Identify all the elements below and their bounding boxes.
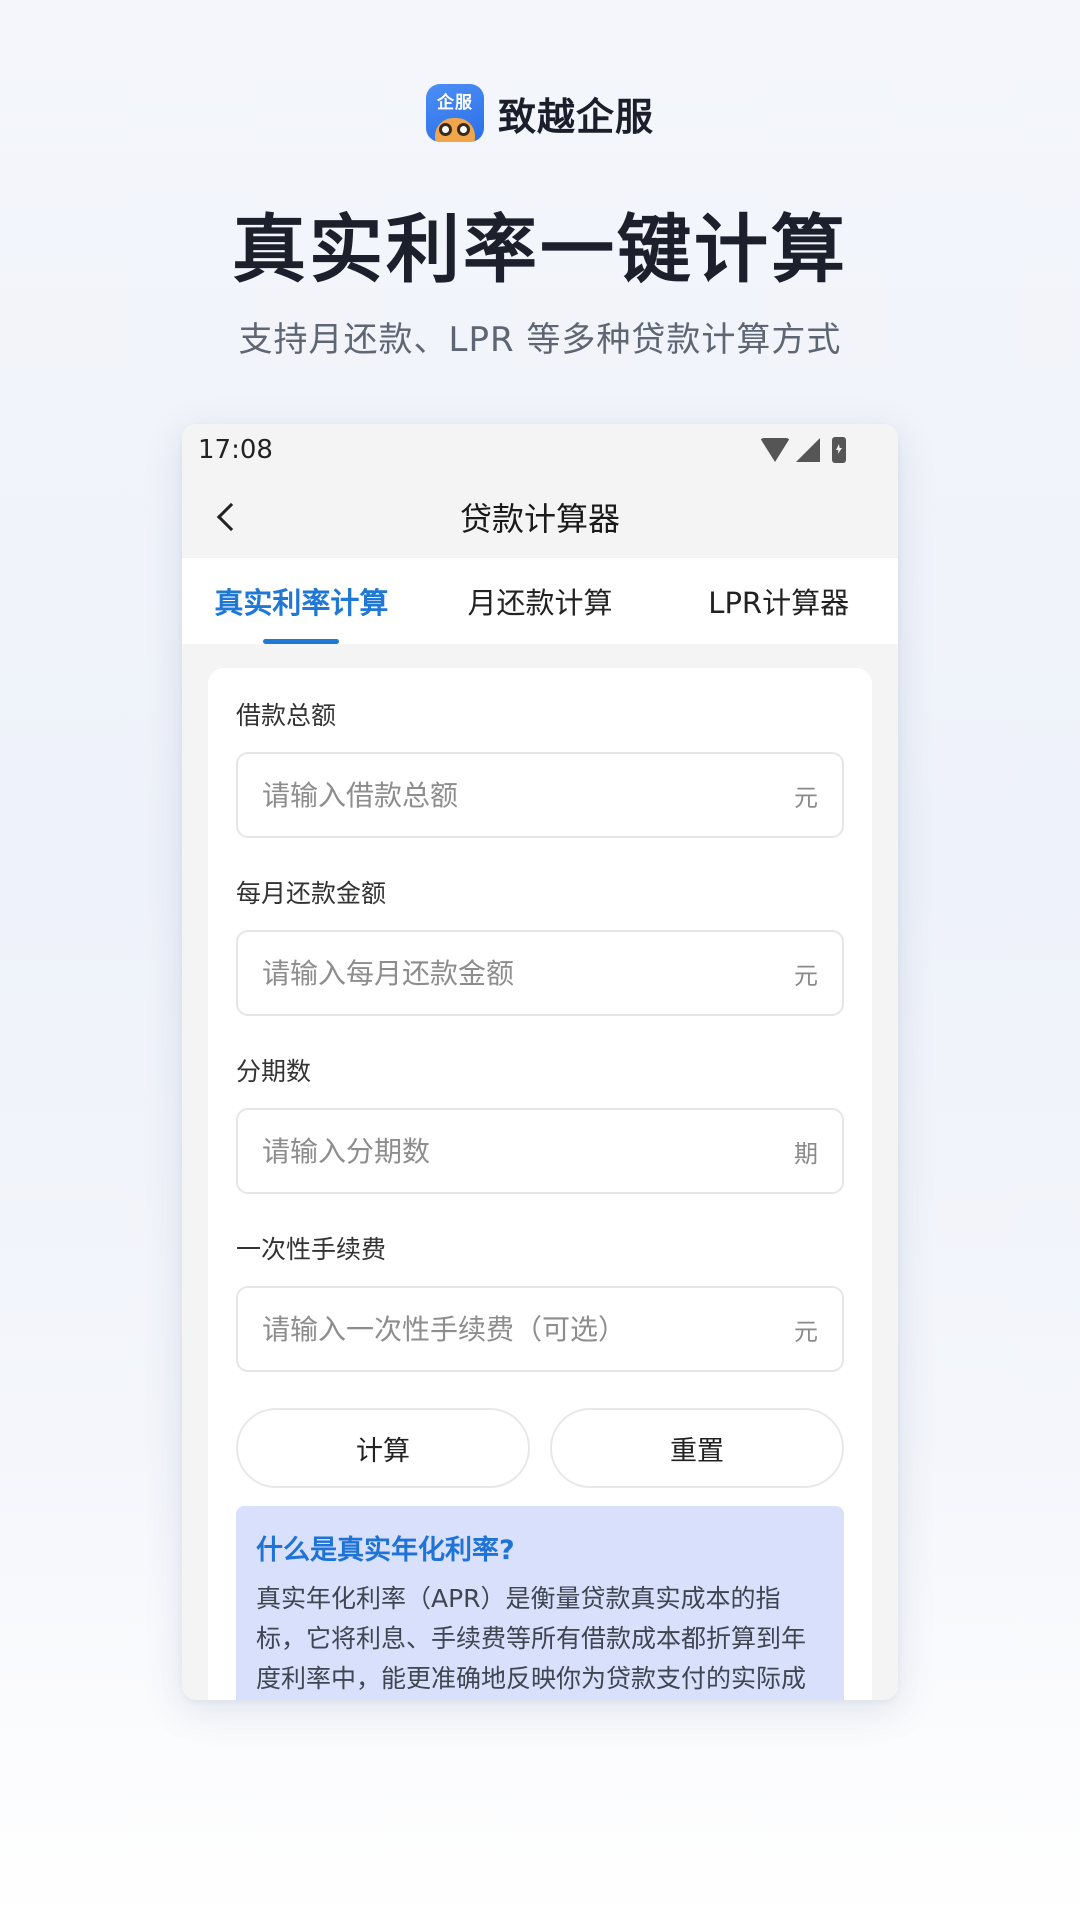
- owl-eye-left: [438, 123, 452, 136]
- status-bar: 17:08: [182, 424, 898, 476]
- apr-info-box: 什么是真实年化利率? 真实年化利率（APR）是衡量贷款真实成本的指标，它将利息、…: [236, 1506, 844, 1700]
- tab-bar: 真实利率计算 月还款计算 LPR计算器: [182, 558, 898, 644]
- app-bar: 贷款计算器: [182, 476, 898, 558]
- loan-total-input[interactable]: [262, 778, 794, 812]
- calculate-button[interactable]: 计算: [236, 1408, 530, 1488]
- status-icons: [760, 437, 846, 463]
- monthly-payment-unit: 元: [794, 961, 818, 990]
- monthly-payment-field-box: 元: [236, 930, 844, 1016]
- app-logo-icon: 企服: [425, 84, 484, 142]
- brand-name: 致越企服: [497, 94, 654, 139]
- installments-unit: 期: [794, 1139, 818, 1168]
- back-button[interactable]: [204, 494, 250, 540]
- tab-monthly-payment[interactable]: 月还款计算: [421, 558, 660, 644]
- wifi-icon: [760, 438, 790, 462]
- hero-subtitle: 支持月还款、LPR 等多种贷款计算方式: [238, 320, 842, 360]
- tab-lpr-calculator[interactable]: LPR计算器: [659, 558, 898, 644]
- calculator-card: 借款总额 元 每月还款金额 元 分期数 期 一次性手续费 元 计算: [208, 668, 872, 1700]
- phone-screen: 17:08 贷款计算器 真实利率计算 月还款计算 LPR计算器 借款总额 元 每…: [182, 424, 898, 1700]
- chevron-left-icon: [216, 502, 246, 532]
- fee-label: 一次性手续费: [236, 1235, 387, 1264]
- installments-input[interactable]: [262, 1134, 794, 1168]
- content-area: 借款总额 元 每月还款金额 元 分期数 期 一次性手续费 元 计算: [182, 644, 898, 1700]
- installments-label: 分期数: [236, 1057, 312, 1086]
- brand-header: 企服 致越企服: [0, 84, 1080, 142]
- monthly-payment-label: 每月还款金额: [236, 879, 387, 908]
- page-title: 贷款计算器: [459, 500, 620, 538]
- action-buttons: 计算 重置: [236, 1408, 844, 1488]
- status-time: 17:08: [198, 435, 273, 465]
- hero-title: 真实利率一键计算: [232, 207, 848, 293]
- loan-total-unit: 元: [794, 783, 818, 812]
- info-text: 真实年化利率（APR）是衡量贷款真实成本的指标，它将利息、手续费等所有借款成本都…: [256, 1584, 807, 1693]
- monthly-payment-input[interactable]: [262, 956, 794, 990]
- owl-eye-right: [456, 123, 470, 136]
- fee-input[interactable]: [262, 1312, 794, 1346]
- installments-field-box: 期: [236, 1108, 844, 1194]
- fee-field-box: 元: [236, 1286, 844, 1372]
- loan-total-field-box: 元: [236, 752, 844, 838]
- tab-real-rate[interactable]: 真实利率计算: [182, 558, 421, 644]
- loan-total-label: 借款总额: [236, 701, 337, 730]
- logo-text: 企服: [436, 93, 473, 113]
- fee-unit: 元: [794, 1317, 818, 1346]
- info-title: 什么是真实年化利率?: [256, 1535, 515, 1566]
- battery-charging-icon: [832, 437, 846, 463]
- signal-icon: [796, 438, 820, 462]
- reset-button[interactable]: 重置: [550, 1408, 844, 1488]
